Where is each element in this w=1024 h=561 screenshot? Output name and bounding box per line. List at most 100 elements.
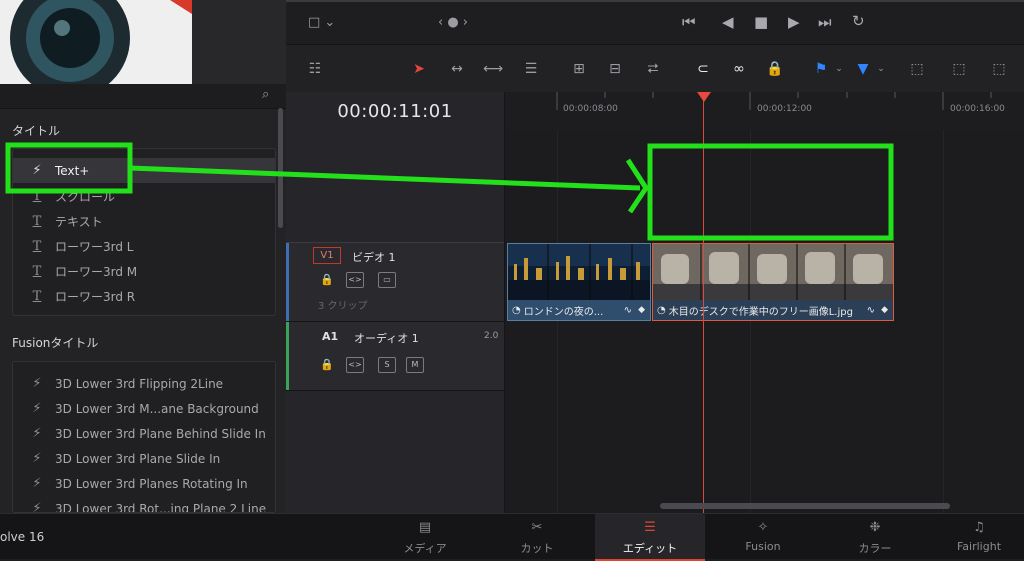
insert-clip-icon[interactable]: ⊞ [568, 58, 590, 80]
timeline-timecode[interactable]: 00:00:11:01 [286, 92, 504, 130]
fusion-titles-section-label: Fusionタイトル [12, 336, 99, 350]
video-clip-desk-work[interactable]: ◔ 木目のデスクで作業中のフリー画像L.jpg ∿ ◆ [652, 243, 894, 321]
tab-label: カラー [858, 542, 892, 555]
snapping-icon[interactable]: ⊂ [692, 58, 714, 80]
fusion-title-label: 3D Lower 3rd M...ane Background [55, 401, 259, 416]
zoom-full-icon[interactable]: ⬚ [906, 58, 928, 80]
tab-fairlight[interactable]: ♫ Fairlight [934, 514, 1024, 559]
tab-label: カット [520, 542, 554, 555]
audio-track-id[interactable]: A1 [322, 330, 338, 343]
overwrite-clip-icon[interactable]: ⊟ [604, 58, 626, 80]
text-icon: T [32, 239, 42, 254]
audio-track-name[interactable]: オーディオ 1 [354, 330, 419, 346]
disable-track-icon[interactable]: ▭ [378, 272, 396, 288]
audio-channel-format: 2.0 [484, 331, 499, 341]
timeline-horizontal-scrollbar[interactable] [660, 503, 950, 509]
fusion-title-item[interactable]: ⚡ 3D Lower 3rd Plane Slide In [13, 446, 275, 471]
title-item-lower-third-l[interactable]: T ローワー3rd L [13, 234, 275, 259]
trim-tool-icon[interactable]: ↔ [446, 58, 468, 80]
effects-scrollbar[interactable] [278, 108, 283, 228]
replace-clip-icon[interactable]: ⮂ [642, 58, 664, 80]
lock-icon[interactable]: 🔒 [320, 358, 334, 371]
playhead-line[interactable] [703, 92, 704, 513]
clip-nav-icon[interactable]: ‹ ● › [438, 15, 468, 30]
lightning-icon: ⚡ [32, 476, 42, 491]
position-lock-icon[interactable]: 🔒 [764, 58, 786, 80]
reverse-play-icon[interactable]: ◀ [722, 13, 734, 31]
tab-label: メディア [403, 542, 447, 555]
cut-icon: ✂ [531, 520, 543, 535]
text-icon: T [32, 264, 42, 279]
tab-label: エディット [622, 542, 678, 555]
tab-cut[interactable]: ✂ カット [482, 514, 592, 559]
dynamic-trim-icon[interactable]: ⟷ [482, 58, 504, 80]
curve-icon[interactable]: ∿ [867, 305, 875, 316]
tab-label: Fusion [745, 540, 781, 553]
lightning-icon: ⚡ [32, 401, 42, 416]
effects-search-bar[interactable]: ⌕ [0, 84, 286, 109]
timeline-toolbar: ☷ ➤ ↔ ⟷ ☰ ⊞ ⊟ ⮂ ⊂ ∞ 🔒 ⚑ ⌄ ▼ ⌄ ⬚ ⬚ ⬚ [286, 44, 1024, 94]
fusion-title-label: 3D Lower 3rd Planes Rotating In [55, 476, 248, 491]
grid-line [750, 130, 751, 513]
lock-icon[interactable]: 🔒 [320, 273, 334, 286]
lightning-icon: ⚡ [32, 376, 42, 391]
timeline-tracks-area[interactable] [505, 130, 1024, 513]
speed-icon: ◔ [657, 304, 666, 316]
keyframe-icon[interactable]: ◆ [881, 305, 888, 315]
preview-side-area [192, 0, 286, 84]
zoom-detail-icon[interactable]: ⬚ [948, 58, 970, 80]
fusion-title-item[interactable]: ⚡ 3D Lower 3rd Plane Behind Slide In [13, 421, 275, 446]
clip-thumbnails [508, 244, 650, 300]
tab-media[interactable]: ▤ メディア [370, 514, 480, 559]
fusion-title-label: 3D Lower 3rd Flipping 2Line [55, 376, 224, 391]
speed-icon: ◔ [512, 304, 521, 316]
text-icon: T [32, 289, 42, 304]
viewer-size-icon[interactable]: □ ⌄ [308, 15, 335, 30]
flag-dropdown-icon[interactable]: ⌄ [828, 58, 850, 80]
lightning-icon: ⚡ [32, 451, 42, 466]
clip-name-bar: ◔ 木目のデスクで作業中のフリー画像L.jpg ∿ ◆ [653, 300, 893, 320]
title-item-lower-third-m[interactable]: T ローワー3rd M [13, 259, 275, 284]
play-icon[interactable]: ▶ [788, 13, 800, 31]
auto-select-icon[interactable]: <> [346, 357, 364, 373]
video-track-name[interactable]: ビデオ 1 [352, 249, 396, 265]
timeline-view-options-icon[interactable]: ☷ [304, 58, 326, 80]
playhead-handle[interactable] [697, 92, 711, 102]
tab-fusion[interactable]: ✧ Fusion [708, 514, 818, 559]
title-item-lower-third-r[interactable]: T ローワー3rd R [13, 284, 275, 309]
go-to-start-icon[interactable]: ⏮ [682, 13, 696, 31]
stop-icon[interactable]: ■ [754, 13, 768, 31]
fusion-title-item[interactable]: ⚡ 3D Lower 3rd Flipping 2Line [13, 371, 275, 396]
marker-dropdown-icon[interactable]: ⌄ [870, 58, 892, 80]
title-item-text[interactable]: T テキスト [13, 209, 275, 234]
auto-select-icon[interactable]: <> [346, 272, 364, 288]
mute-button[interactable]: M [406, 357, 424, 373]
effect-preview-thumbnail [0, 0, 192, 84]
fusion-title-item[interactable]: ⚡ 3D Lower 3rd Rot...ing Plane 2 Line [13, 496, 275, 512]
blade-tool-icon[interactable]: ☰ [520, 58, 542, 80]
tab-edit[interactable]: ☰ エディット [595, 514, 705, 561]
tab-color[interactable]: ❉ カラー [820, 514, 930, 559]
title-item-scroll[interactable]: T スクロール [13, 184, 275, 209]
go-to-end-icon[interactable]: ⏭ [818, 13, 832, 31]
text-icon: T [32, 214, 42, 229]
fusion-title-item[interactable]: ⚡ 3D Lower 3rd Planes Rotating In [13, 471, 275, 496]
fusion-title-label: 3D Lower 3rd Plane Behind Slide In [55, 426, 266, 441]
fairlight-icon: ♫ [973, 520, 985, 535]
curve-icon[interactable]: ∿ [624, 305, 632, 316]
fusion-icon: ✧ [757, 520, 769, 535]
selection-tool-icon[interactable]: ➤ [408, 58, 430, 80]
fusion-title-item[interactable]: ⚡ 3D Lower 3rd M...ane Background [13, 396, 275, 421]
edit-icon: ☰ [644, 520, 656, 535]
keyframe-icon[interactable]: ◆ [638, 305, 645, 315]
video-clip-london-night[interactable]: ◔ ロンドンの夜の... ∿ ◆ [507, 243, 651, 321]
timeline-ruler[interactable]: 00:00:08:00 00:00:12:00 00:00:16:00 [505, 92, 1024, 131]
loop-icon[interactable]: ↻ [852, 12, 865, 30]
search-icon[interactable]: ⌕ [262, 87, 269, 102]
fusion-title-label: 3D Lower 3rd Plane Slide In [55, 451, 221, 466]
solo-button[interactable]: S [378, 357, 396, 373]
linked-selection-icon[interactable]: ∞ [728, 58, 750, 80]
zoom-custom-icon[interactable]: ⬚ [988, 58, 1010, 80]
video-track-id-badge[interactable]: V1 [313, 247, 341, 264]
title-item-text-plus[interactable]: ⚡ Text+ [13, 158, 275, 183]
